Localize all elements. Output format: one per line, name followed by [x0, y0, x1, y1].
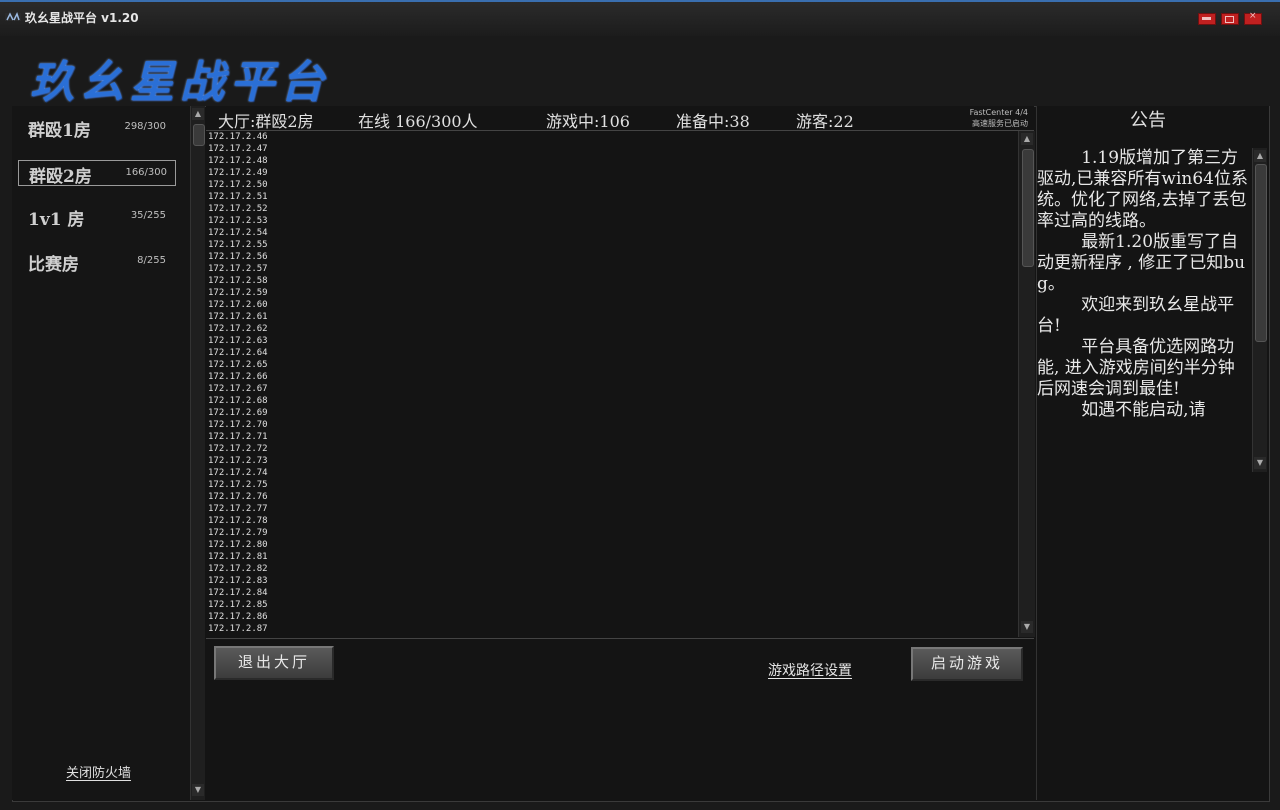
fastcenter-label: FastCenter 4/4 — [969, 108, 1028, 117]
announcement-paragraph: 如遇不能启动,请 — [1081, 400, 1206, 420]
player-ip-row[interactable]: 172.17.2.76 — [206, 491, 1018, 503]
player-list-scrollbar[interactable]: ▲ ▼ — [1018, 131, 1035, 637]
announcement-title: 公告 — [1130, 110, 1166, 131]
room-item-match[interactable]: 比赛房 8/255 — [18, 249, 174, 275]
player-ip-row[interactable]: 172.17.2.64 — [206, 347, 1018, 359]
online-count: 在线 166/300人 — [358, 112, 478, 131]
room-count: 298/300 — [124, 121, 166, 132]
player-ip-row[interactable]: 172.17.2.86 — [206, 611, 1018, 623]
player-ip-row[interactable]: 172.17.2.80 — [206, 539, 1018, 551]
game-path-settings-link[interactable]: 游戏路径设置 — [752, 660, 868, 680]
scroll-down-icon[interactable]: ▼ — [1021, 621, 1033, 633]
room-item-2-selected[interactable]: 群殴2房 166/300 — [18, 160, 176, 187]
player-ip-row[interactable]: 172.17.2.67 — [206, 383, 1018, 395]
player-ip-row[interactable]: 172.17.2.50 — [206, 179, 1018, 191]
maximize-button[interactable] — [1221, 13, 1239, 25]
room-name: 比赛房 — [28, 255, 79, 275]
player-ip-row[interactable]: 172.17.2.66 — [206, 371, 1018, 383]
room-item-1v1[interactable]: 1v1 房 35/255 — [18, 204, 174, 230]
player-ip-row[interactable]: 172.17.2.47 — [206, 143, 1018, 155]
left-scrollbar[interactable]: ▲ ▼ — [190, 106, 205, 800]
player-ip-row[interactable]: 172.17.2.73 — [206, 455, 1018, 467]
player-ip-row[interactable]: 172.17.2.77 — [206, 503, 1018, 515]
scroll-down-icon[interactable]: ▼ — [192, 784, 204, 796]
player-ip-row[interactable]: 172.17.2.61 — [206, 311, 1018, 323]
window-title: 玖幺星战平台 v1.20 — [25, 11, 139, 25]
scroll-thumb[interactable] — [1255, 164, 1267, 342]
player-ip-row[interactable]: 172.17.2.49 — [206, 167, 1018, 179]
player-ip-row[interactable]: 172.17.2.85 — [206, 599, 1018, 611]
player-ip-row[interactable]: 172.17.2.81 — [206, 551, 1018, 563]
player-ip-row[interactable]: 172.17.2.52 — [206, 203, 1018, 215]
fastcenter-status: FastCenter 4/4 高速服务已启动 — [970, 107, 1028, 129]
player-ip-row[interactable]: 172.17.2.69 — [206, 407, 1018, 419]
announcement-paragraph: 最新1.20版重写了自动更新程序 , 修正了已知bug。 — [1037, 232, 1246, 294]
scroll-up-icon[interactable]: ▲ — [1254, 150, 1266, 162]
preparing-count: 准备中:38 — [676, 112, 750, 131]
announcement-paragraph: 平台具备优选网路功能, 进入游戏房间约半分钟后网速会调到最佳! — [1037, 337, 1235, 399]
exit-hall-button[interactable]: 退出大厅 — [214, 646, 334, 680]
guest-count: 游客:22 — [796, 112, 854, 131]
scroll-up-icon[interactable]: ▲ — [1021, 133, 1033, 145]
app-logo: 玖幺星战平台 — [30, 57, 330, 108]
scroll-thumb[interactable] — [1022, 149, 1034, 267]
minimize-button[interactable] — [1198, 13, 1216, 25]
player-ip-row[interactable]: 172.17.2.46 — [206, 131, 1018, 143]
player-ip-row[interactable]: 172.17.2.58 — [206, 275, 1018, 287]
player-ip-row[interactable]: 172.17.2.75 — [206, 479, 1018, 491]
player-ip-row[interactable]: 172.17.2.57 — [206, 263, 1018, 275]
start-game-button[interactable]: 启动游戏 — [911, 647, 1023, 681]
room-name: 群殴1房 — [28, 121, 91, 141]
scroll-down-icon[interactable]: ▼ — [1254, 457, 1266, 469]
announcement-text[interactable]: 1.19版增加了第三方驱动,已兼容所有win64位系统。优化了网络,去掉了丢包率… — [1037, 148, 1251, 468]
hall-status-bar: 大厅:群殴2房 在线 166/300人 游戏中:106 准备中:38 游客:22… — [206, 106, 1034, 131]
close-button[interactable]: × — [1244, 11, 1262, 25]
room-name: 1v1 房 — [28, 210, 85, 230]
announcement-scrollbar[interactable]: ▲ ▼ — [1252, 148, 1267, 472]
player-ip-row[interactable]: 172.17.2.83 — [206, 575, 1018, 587]
room-count: 35/255 — [130, 210, 166, 221]
player-ip-row[interactable]: 172.17.2.51 — [206, 191, 1018, 203]
close-firewall-link[interactable]: 关闭防火墙 — [52, 762, 145, 781]
player-ip-row[interactable]: 172.17.2.55 — [206, 239, 1018, 251]
announcement-paragraph: 欢迎来到玖幺星战平台! — [1037, 295, 1235, 336]
player-ip-row[interactable]: 172.17.2.82 — [206, 563, 1018, 575]
player-ip-row[interactable]: 172.17.2.59 — [206, 287, 1018, 299]
player-ip-row[interactable]: 172.17.2.63 — [206, 335, 1018, 347]
room-count: 8/255 — [137, 255, 166, 266]
announcement-paragraph: 1.19版增加了第三方驱动,已兼容所有win64位系统。优化了网络,去掉了丢包率… — [1037, 148, 1248, 231]
service-status: 高速服务已启动 — [972, 119, 1028, 128]
scroll-thumb[interactable] — [193, 124, 205, 146]
player-ip-row[interactable]: 172.17.2.79 — [206, 527, 1018, 539]
title-bar: 玖幺星战平台 v1.20 × — [0, 0, 1280, 36]
app-icon — [5, 12, 21, 21]
player-ip-row[interactable]: 172.17.2.48 — [206, 155, 1018, 167]
scroll-up-icon[interactable]: ▲ — [192, 108, 204, 120]
room-item-1[interactable]: 群殴1房 298/300 — [18, 115, 174, 141]
player-list[interactable]: 172.17.2.46 172.17.2.47 172.17.2.48 172.17.… — [206, 131, 1018, 637]
player-ip-row[interactable]: 172.17.2.68 — [206, 395, 1018, 407]
player-ip-row[interactable]: 172.17.2.54 — [206, 227, 1018, 239]
player-ip-row[interactable]: 172.17.2.84 — [206, 587, 1018, 599]
player-ip-row[interactable]: 172.17.2.87 — [206, 623, 1018, 635]
player-ip-row[interactable]: 172.17.2.60 — [206, 299, 1018, 311]
hall-name: 大厅:群殴2房 — [218, 112, 314, 131]
player-ip-row[interactable]: 172.17.2.56 — [206, 251, 1018, 263]
player-ip-row[interactable]: 172.17.2.65 — [206, 359, 1018, 371]
player-ip-row[interactable]: 172.17.2.78 — [206, 515, 1018, 527]
player-ip-row[interactable]: 172.17.2.72 — [206, 443, 1018, 455]
player-ip-row[interactable]: 172.17.2.71 — [206, 431, 1018, 443]
player-ip-row[interactable]: 172.17.2.74 — [206, 467, 1018, 479]
player-ip-row[interactable]: 172.17.2.53 — [206, 215, 1018, 227]
in-game-count: 游戏中:106 — [546, 112, 630, 131]
player-ip-row[interactable]: 172.17.2.62 — [206, 323, 1018, 335]
room-name: 群殴2房 — [29, 167, 92, 187]
player-ip-row[interactable]: 172.17.2.70 — [206, 419, 1018, 431]
room-count: 166/300 — [125, 167, 167, 178]
